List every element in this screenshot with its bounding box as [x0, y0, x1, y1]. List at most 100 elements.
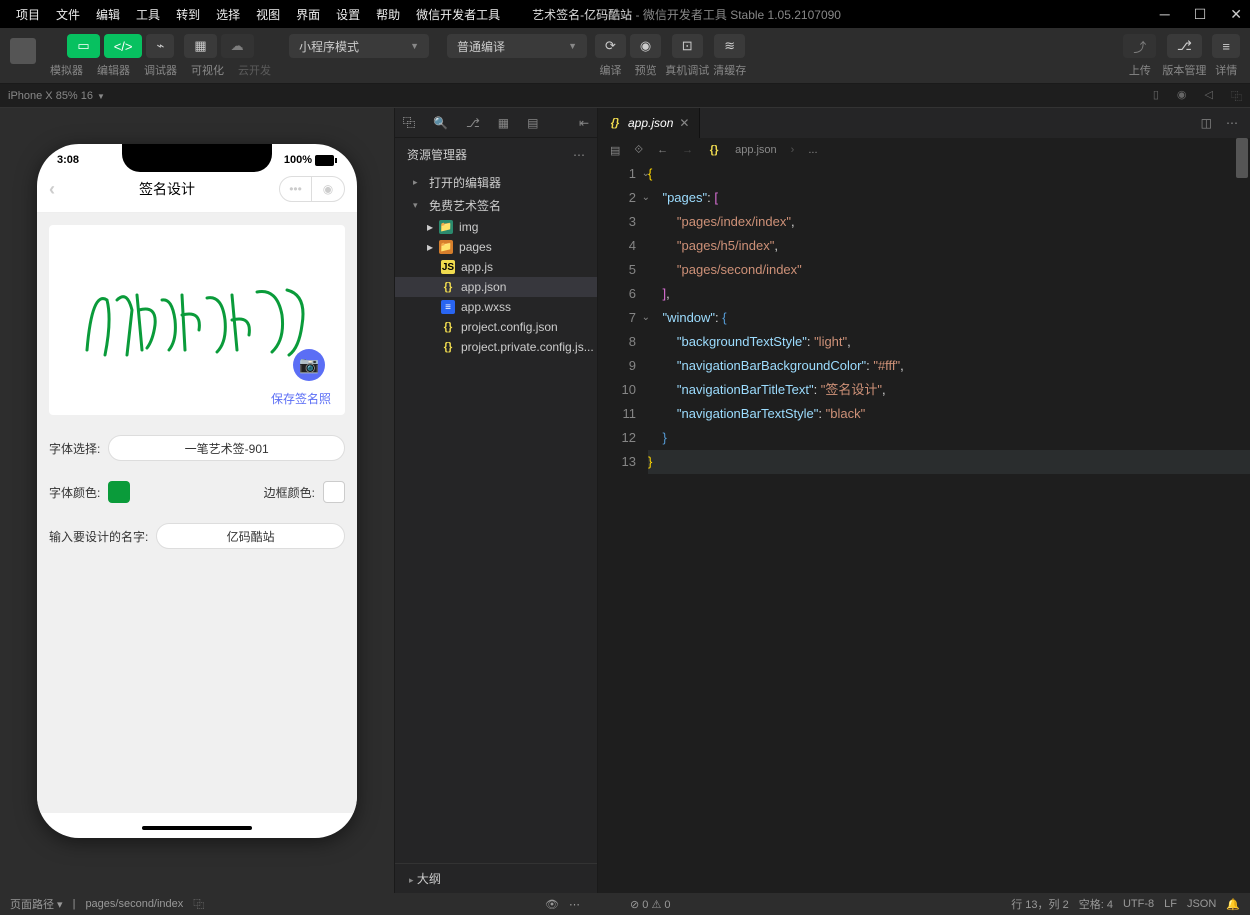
editor-more-icon[interactable]: ⋯ — [1226, 116, 1238, 130]
page-path-value[interactable]: pages/second/index — [85, 898, 183, 910]
debugger-tab[interactable]: ⌁ — [146, 34, 174, 58]
minimize-button[interactable]: ─ — [1160, 6, 1170, 23]
device-select[interactable]: iPhone X 85% 16▼ — [8, 90, 105, 102]
editor-tab-appjson[interactable]: {} app.json ✕ — [598, 108, 700, 138]
eol-info[interactable]: LF — [1164, 898, 1177, 910]
home-indicator — [142, 826, 252, 830]
indent-info[interactable]: 空格: 4 — [1079, 896, 1113, 912]
version-button[interactable]: ⎇ — [1167, 34, 1202, 58]
file-app.json[interactable]: {} app.json — [395, 277, 597, 297]
name-label: 输入要设计的名字: — [49, 528, 148, 545]
menu-项目[interactable]: 项目 — [8, 6, 48, 23]
phone-frame: 3:08 100% ‹ 签名设计 •••◉ 📷 保存签名照 字体选择: 一 — [37, 144, 357, 838]
clear-cache-button[interactable]: ≋ — [714, 34, 745, 58]
outline-section[interactable]: ▸ 大纲 — [395, 863, 597, 893]
avatar[interactable] — [10, 38, 36, 64]
visual-tab[interactable]: ▦ — [184, 34, 216, 58]
split-editor-icon[interactable]: ◫ — [1201, 116, 1212, 130]
page-path-label[interactable]: 页面路径 ▾ — [10, 896, 63, 912]
title-bar: 项目文件编辑工具转到选择视图界面设置帮助微信开发者工具 艺术签名-亿码酷站 - … — [0, 0, 1250, 28]
project-section[interactable]: ▾免费艺术签名 — [395, 194, 597, 217]
bc-back-icon[interactable]: ← — [657, 144, 668, 156]
mode-select[interactable]: 小程序模式▼ — [289, 34, 429, 58]
close-button[interactable]: ✕ — [1230, 6, 1242, 23]
menu-编辑[interactable]: 编辑 — [88, 6, 128, 23]
simulator-tab[interactable]: ▭ — [67, 34, 99, 58]
explorer-pane: ⿻ 🔍 ⎇ ▦ ▤ ⇤ 资源管理器 ⋯ ▸打开的编辑器 ▾免费艺术签名 ▸ 📁 … — [394, 108, 598, 893]
db-icon[interactable]: ▤ — [527, 116, 538, 130]
bc-toggle-icon[interactable]: ▤ — [610, 144, 620, 157]
signature-canvas: 📷 保存签名照 — [49, 225, 345, 415]
maximize-button[interactable]: ☐ — [1194, 6, 1207, 23]
extension-icon[interactable]: ▦ — [498, 116, 509, 130]
phone-time: 3:08 — [57, 154, 79, 166]
save-signature-link[interactable]: 保存签名照 — [271, 390, 331, 407]
menu-设置[interactable]: 设置 — [328, 6, 368, 23]
file-app.js[interactable]: JS app.js — [395, 257, 597, 277]
breadcrumb-file[interactable]: app.json — [735, 144, 777, 156]
preview-button[interactable]: ◉ — [630, 34, 661, 58]
explorer-icon[interactable]: ⿻ — [403, 114, 415, 131]
bc-bookmark-icon[interactable]: ⟐ — [634, 144, 643, 157]
simulator-pane: 3:08 100% ‹ 签名设计 •••◉ 📷 保存签名照 字体选择: 一 — [0, 108, 394, 893]
editor-scrollbar[interactable] — [1236, 138, 1248, 178]
font-picker[interactable]: 一笔艺术签-901 — [108, 435, 345, 461]
lang-info[interactable]: JSON — [1187, 898, 1216, 910]
open-editors-section[interactable]: ▸打开的编辑器 — [395, 171, 597, 194]
phone-capsule[interactable]: •••◉ — [279, 176, 345, 202]
tab-close-icon[interactable]: ✕ — [679, 116, 689, 130]
phone-notch — [122, 144, 272, 172]
detail-button[interactable]: ≡ — [1212, 34, 1240, 58]
file-project.config.json[interactable]: {} project.config.json — [395, 317, 597, 337]
file-pages[interactable]: ▸ 📁 pages — [395, 237, 597, 257]
phone-battery: 100% — [284, 154, 337, 166]
copy-path-icon[interactable]: ⿻ — [193, 896, 204, 912]
border-color-swatch[interactable] — [323, 481, 345, 503]
menu-帮助[interactable]: 帮助 — [368, 6, 408, 23]
phone-title: 签名设计 — [139, 179, 195, 199]
signature-graphic — [77, 270, 317, 370]
editor-pane: {} app.json ✕ ◫ ⋯ ▤ ⟐ ← → {} app.json › … — [598, 108, 1250, 893]
device-rotate-icon[interactable]: ▯ — [1153, 88, 1159, 104]
font-label: 字体选择: — [49, 440, 100, 457]
errors-badge[interactable]: ⊘ 0 ⚠ 0 — [630, 898, 671, 911]
toolbar: ▭ </> ⌁ ▦ ☁ 模拟器编辑器调试器可视化云开发 小程序模式▼ 普通编译▼… — [0, 28, 1250, 84]
bell-icon[interactable]: 🔔 — [1226, 898, 1240, 911]
device-record-icon[interactable]: ◉ — [1177, 88, 1187, 104]
menu-文件[interactable]: 文件 — [48, 6, 88, 23]
upload-button[interactable]: ⤴ — [1123, 34, 1156, 58]
device-back-icon[interactable]: ◁ — [1205, 88, 1213, 104]
menu-视图[interactable]: 视图 — [248, 6, 288, 23]
menu-bar: 项目文件编辑工具转到选择视图界面设置帮助微信开发者工具 — [8, 6, 508, 23]
compile-select[interactable]: 普通编译▼ — [447, 34, 587, 58]
remote-debug-button[interactable]: ⊡ — [672, 34, 703, 58]
camera-icon[interactable]: 📷 — [293, 349, 325, 381]
file-img[interactable]: ▸ 📁 img — [395, 217, 597, 237]
menu-微信开发者工具[interactable]: 微信开发者工具 — [408, 6, 508, 23]
menu-界面[interactable]: 界面 — [288, 6, 328, 23]
cloud-tab[interactable]: ☁ — [221, 34, 254, 58]
menu-转到[interactable]: 转到 — [168, 6, 208, 23]
font-color-label: 字体颜色: — [49, 484, 100, 501]
file-app.wxss[interactable]: ≡ app.wxss — [395, 297, 597, 317]
font-color-swatch[interactable] — [108, 481, 130, 503]
breadcrumb-more[interactable]: ... — [808, 144, 817, 156]
editor-tab[interactable]: </> — [104, 34, 143, 58]
explorer-more-icon[interactable]: ⋯ — [573, 148, 585, 162]
visibility-icon[interactable]: 👁 — [545, 898, 559, 911]
phone-back-icon[interactable]: ‹ — [49, 179, 55, 200]
device-copy-icon[interactable]: ⿻ — [1231, 88, 1242, 104]
status-more-icon[interactable]: ⋯ — [569, 898, 580, 911]
encoding-info[interactable]: UTF-8 — [1123, 898, 1154, 910]
explorer-title: 资源管理器 — [407, 146, 467, 163]
collapse-icon[interactable]: ⇤ — [579, 116, 589, 130]
search-icon[interactable]: 🔍 — [433, 116, 448, 130]
menu-选择[interactable]: 选择 — [208, 6, 248, 23]
file-project.private.config.js...[interactable]: {} project.private.config.js... — [395, 337, 597, 357]
bc-fwd-icon[interactable]: → — [682, 144, 693, 156]
menu-工具[interactable]: 工具 — [128, 6, 168, 23]
git-icon[interactable]: ⎇ — [466, 116, 480, 130]
compile-button[interactable]: ⟳ — [595, 34, 626, 58]
cursor-position[interactable]: 行 13，列 2 — [1011, 896, 1068, 912]
name-input[interactable]: 亿码酷站 — [156, 523, 345, 549]
